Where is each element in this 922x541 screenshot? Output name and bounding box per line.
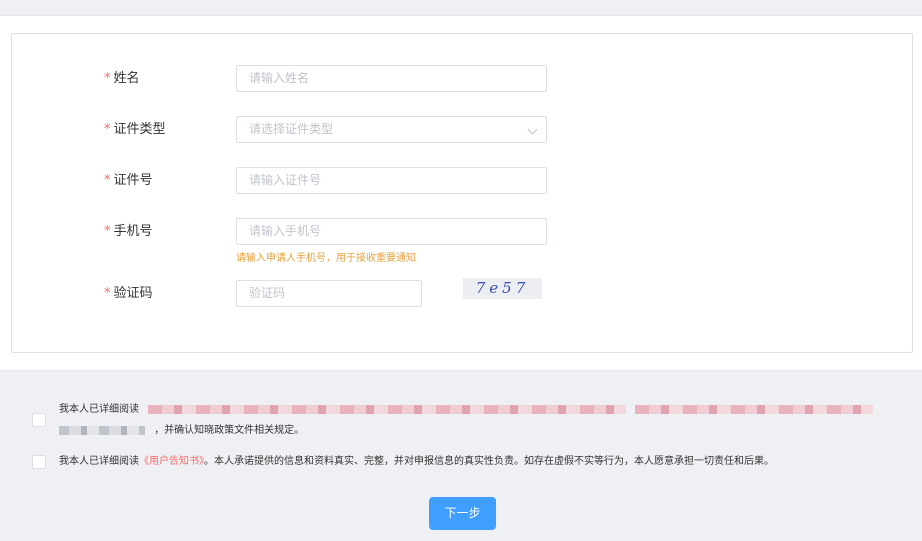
captcha-image[interactable]: 7e57: [463, 278, 542, 299]
agreement-policy-prefix: 我本人已详细阅读: [59, 404, 139, 415]
chevron-down-icon: [527, 124, 538, 135]
redacted-link[interactable]: [148, 404, 627, 414]
agreement-notice: 我本人已详细阅读《用户告知书》。本人承诺提供的信息和资料真实、完整，并对申报信息…: [32, 452, 912, 472]
agreement-notice-checkbox[interactable]: [32, 455, 46, 469]
redacted-link[interactable]: [635, 404, 874, 414]
agreement-notice-suffix: 。本人承诺提供的信息和资料真实、完整，并对申报信息的真实性负责。如存在虚假不实等…: [204, 456, 774, 467]
applicant-form: * 姓名 请输入姓名 * 证件类型 请选择证件类型 * 证件号 请输入证件号 * 手机号…: [11, 33, 913, 353]
id-number-label: * 证件号: [104, 173, 153, 188]
required-mark: *: [104, 173, 111, 188]
name-input[interactable]: 请输入姓名: [236, 65, 547, 92]
id-type-select[interactable]: 请选择证件类型: [236, 116, 547, 143]
redacted-link[interactable]: [59, 425, 145, 435]
required-mark: *: [104, 122, 111, 137]
user-notice-link[interactable]: 《用户告知书》: [139, 456, 204, 467]
required-mark: *: [104, 71, 111, 86]
phone-input[interactable]: 请输入手机号: [236, 218, 547, 245]
agreement-policy-line-1: 我本人已详细阅读: [59, 400, 874, 420]
required-mark: *: [104, 286, 111, 301]
agreement-policy-line-2: ，并确认知晓政策文件相关规定。: [59, 421, 304, 441]
id-type-placeholder: 请选择证件类型: [249, 122, 334, 136]
agreement-policy: 我本人已详细阅读 ，并确认知晓政策文件相关规定。: [32, 400, 912, 442]
captcha-input[interactable]: 验证码: [236, 280, 422, 307]
agreement-notice-line: 我本人已详细阅读《用户告知书》。本人承诺提供的信息和资料真实、完整，并对申报信息…: [59, 452, 774, 472]
id-type-label: * 证件类型: [104, 122, 166, 137]
phone-hint: 请输入申请人手机号，用于接收重要通知: [236, 253, 416, 264]
top-strip: [0, 0, 922, 16]
name-label: * 姓名: [104, 71, 140, 86]
captcha-label: * 验证码: [104, 286, 153, 301]
phone-label: * 手机号: [104, 224, 153, 239]
id-number-input[interactable]: 请输入证件号: [236, 167, 547, 194]
next-step-button[interactable]: 下一步: [429, 497, 496, 530]
required-mark: *: [104, 224, 111, 239]
agreement-policy-suffix: ，并确认知晓政策文件相关规定。: [154, 425, 305, 436]
agreement-notice-prefix: 我本人已详细阅读: [59, 456, 139, 467]
agreement-policy-checkbox[interactable]: [32, 413, 46, 427]
